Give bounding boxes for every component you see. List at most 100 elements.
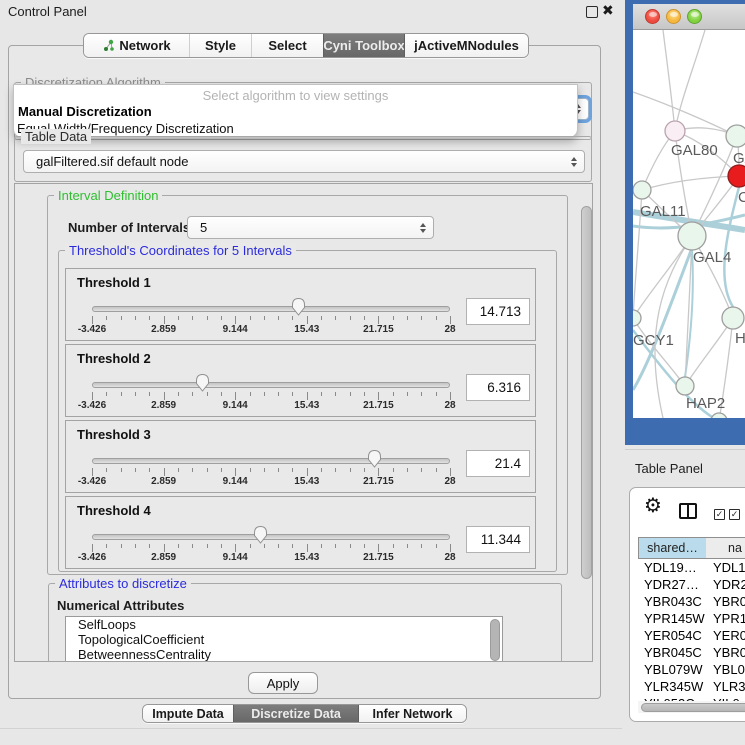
settings-scroll-viewport: Interval Definition Number of Intervals …	[14, 183, 593, 662]
threshold-value-field[interactable]: 6.316	[466, 374, 530, 401]
group-title: Attributes to discretize	[55, 576, 191, 591]
attribute-item[interactable]: BetweennessCentrality	[66, 647, 502, 662]
tick-label: -3.426	[78, 324, 106, 335]
cell-shared-name: YLR345W	[644, 679, 703, 694]
tick-label: 2.859	[151, 476, 176, 487]
network-canvas[interactable]: GAL80GACGAL11GAL4GCY1HHAP2	[633, 30, 745, 418]
cell-name: YBL0	[713, 662, 745, 677]
slider-thumb[interactable]	[194, 372, 211, 393]
horizontal-scrollbar	[638, 701, 745, 713]
cell-name: YLR3	[713, 679, 745, 694]
list-scrollbar[interactable]	[490, 619, 500, 661]
dropdown-placeholder: Select algorithm to view settings	[14, 88, 577, 103]
table-row[interactable]: YDL19…YDL1	[638, 560, 745, 577]
tick-label: 28	[444, 552, 455, 563]
cell-shared-name: YBR043C	[644, 594, 702, 609]
dropdown-option-manual[interactable]: Manual Discretization	[18, 104, 152, 119]
checkbox-icon[interactable]: ✓	[729, 509, 740, 520]
tick-label: 28	[444, 400, 455, 411]
attribute-item[interactable]: TopologicalCoefficient	[66, 632, 502, 647]
network-node[interactable]	[633, 181, 651, 199]
network-node[interactable]	[678, 222, 706, 250]
table-row[interactable]: YLR345W YLR3	[638, 679, 745, 696]
tick-label: 2.859	[151, 552, 176, 563]
tab-network[interactable]: Network	[84, 34, 189, 57]
table-row[interactable]: YDR27…YDR2	[638, 577, 745, 594]
slider-thumb[interactable]	[366, 448, 383, 469]
minimize-traffic-light[interactable]	[666, 9, 681, 24]
attribute-item[interactable]: SelfLoops	[66, 617, 502, 632]
network-node[interactable]	[722, 307, 744, 329]
slider-tick-labels: -3.4262.8599.14415.4321.71528	[92, 324, 450, 336]
numerical-attributes-list[interactable]: SelfLoopsTopologicalCoefficientBetweenne…	[65, 616, 503, 662]
control-panel-window: Control Panel ✖ Network Style Select Cyni T…	[0, 0, 625, 745]
tab-label: jActiveMNodules	[414, 38, 519, 53]
group-table-data: Table Data galFiltered.sif default node	[14, 136, 592, 182]
panel-separator	[625, 449, 745, 450]
group-title: Interval Definition	[54, 188, 162, 203]
tick-label: 9.144	[223, 400, 248, 411]
network-node[interactable]	[633, 310, 641, 326]
slider-thumb[interactable]	[290, 296, 307, 317]
columns-icon[interactable]	[679, 503, 697, 519]
zoom-traffic-light[interactable]	[687, 9, 702, 24]
apply-button[interactable]: Apply	[248, 672, 318, 694]
slider-track[interactable]	[92, 534, 450, 540]
table-data-combobox[interactable]: galFiltered.sif default node	[23, 150, 585, 173]
network-node[interactable]	[726, 125, 745, 147]
tab-select[interactable]: Select	[251, 34, 323, 57]
table-row[interactable]: YPR145WYPR1	[638, 611, 745, 628]
network-node[interactable]	[665, 121, 685, 141]
table-panel-title: Table Panel	[635, 461, 703, 476]
network-node[interactable]	[711, 413, 727, 418]
horizontal-scrollbar-thumb[interactable]	[641, 703, 745, 712]
table-row[interactable]: YBR045C YBR0	[638, 645, 745, 662]
network-node[interactable]	[728, 165, 745, 187]
tab-label: Select	[268, 38, 306, 53]
table-rows: YDL19…YDL1YDR27…YDR2YBR043C YBR0 YPR145WYP…	[638, 560, 745, 706]
tab-label: Impute Data	[152, 707, 224, 721]
cell-shared-name: YBR045C	[644, 645, 702, 660]
num-intervals-combobox[interactable]: 5	[187, 216, 434, 239]
slider-track[interactable]	[92, 382, 450, 388]
slider-thumb[interactable]	[252, 524, 269, 545]
close-traffic-light[interactable]	[645, 9, 660, 24]
cell-shared-name: YER054C	[644, 628, 702, 643]
num-intervals-value: 5	[200, 220, 207, 235]
tick-label: 21.715	[363, 476, 394, 487]
viewport-scrollbar[interactable]	[581, 206, 592, 579]
tick-label: 21.715	[363, 552, 394, 563]
threshold-panel: Threshold 2 -3.4262.8599.14415.4321.7152…	[65, 344, 536, 417]
slider-track[interactable]	[92, 306, 450, 312]
cell-name: YBR0	[713, 645, 745, 660]
tab-discretize-data[interactable]: Discretize Data	[233, 705, 358, 722]
control-panel-titlebar: Control Panel ✖	[0, 0, 625, 24]
table-row[interactable]: YBL079WYBL0	[638, 662, 745, 679]
tab-style[interactable]: Style	[189, 34, 251, 57]
threshold-value-field[interactable]: 11.344	[466, 526, 530, 553]
threshold-label: Threshold 1	[77, 275, 151, 290]
threshold-value-field[interactable]: 14.713	[466, 298, 530, 325]
tab-impute-data[interactable]: Impute Data	[143, 705, 233, 722]
tab-label: Network	[119, 38, 170, 53]
checkbox-icon[interactable]: ✓	[714, 509, 725, 520]
slider-track[interactable]	[92, 458, 450, 464]
network-node[interactable]	[676, 377, 694, 395]
table-row[interactable]: YBR043C YBR0	[638, 594, 745, 611]
combo-arrows-icon	[420, 223, 426, 233]
tab-jactivemnodules[interactable]: jActiveMNodules	[404, 34, 528, 57]
tab-infer-network[interactable]: Infer Network	[358, 705, 466, 722]
cell-name: YER0	[713, 628, 745, 643]
close-icon[interactable]: ✖	[602, 2, 614, 19]
tick-label: 9.144	[223, 476, 248, 487]
tab-cyni-toolbox[interactable]: Cyni Toolbox	[323, 34, 404, 57]
column-header-name[interactable]: na	[706, 537, 745, 559]
cell-name: YBR0	[713, 594, 745, 609]
float-window-icon[interactable]	[586, 6, 598, 18]
slider-ticks	[92, 544, 450, 552]
column-header-shared[interactable]: shared…	[638, 537, 707, 559]
gear-icon[interactable]: ⚙	[644, 493, 662, 519]
table-row[interactable]: YER054C YER0	[638, 628, 745, 645]
threshold-value-field[interactable]: 21.4	[466, 450, 530, 477]
tick-label: 9.144	[223, 552, 248, 563]
